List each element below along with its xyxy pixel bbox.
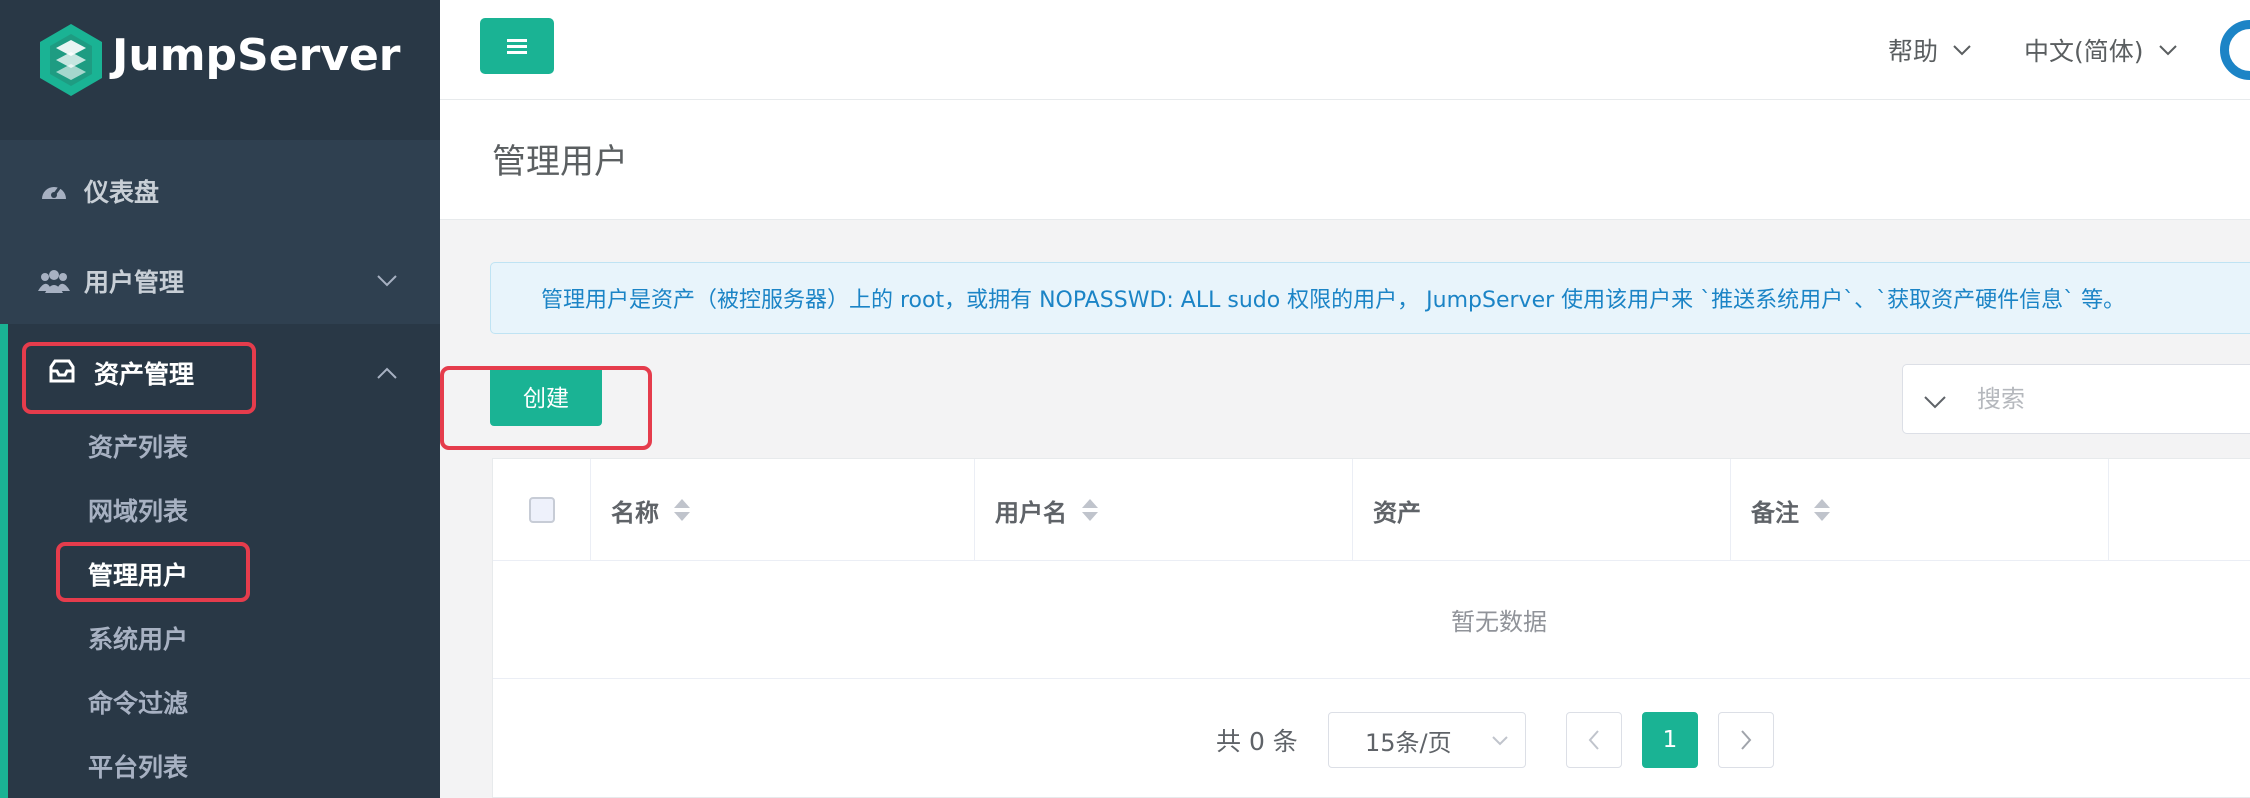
column-header-label: 资产 [1373,498,1421,527]
sort-icon[interactable] [673,497,691,523]
chevron-left-icon [1588,730,1599,750]
next-page-button[interactable] [1718,712,1774,768]
hamburger-icon [507,39,527,54]
dashboard-gauge-icon [42,186,66,199]
column-header-label: 用户名 [995,498,1067,527]
chevron-down-icon [1953,45,1971,56]
sidebar-item-users[interactable]: 用户管理 [0,236,440,326]
chevron-down-icon [2158,45,2177,56]
logo-text: JumpServer [112,30,401,81]
sidebar-subitem-platform-list[interactable]: 平台列表 [88,748,188,784]
help-label: 帮助 [1888,37,1939,66]
language-dropdown[interactable]: 中文(简体) [2024,32,2178,68]
jumpserver-logo-icon [40,24,102,96]
chevron-up-icon [377,367,397,379]
highlight-box-create [440,366,652,450]
empty-text: 暂无数据 [1451,608,1547,636]
column-header-comment[interactable]: 备注 [1731,459,2109,561]
sidebar-item-label: 用户管理 [84,268,185,297]
sidebar: JumpServer 仪表盘 用户管理 资产管理 资产列表 网域列表 管理用户 … [0,0,440,798]
sidebar-subitem-asset-list[interactable]: 资产列表 [88,428,188,464]
empty-row: 暂无数据 [493,561,2250,679]
page-size-select[interactable]: 15条/页 [1328,712,1526,768]
highlight-box-admin-users [56,542,250,602]
top-navbar: 帮助 中文(简体) [440,0,2250,100]
avatar[interactable] [2220,20,2250,80]
sidebar-item-dashboard[interactable]: 仪表盘 [0,146,440,236]
help-dropdown[interactable]: 帮助 [1888,32,1972,68]
column-header-label: 备注 [1751,498,1799,527]
chevron-right-icon [1741,730,1752,750]
search-input[interactable] [1977,379,2250,419]
menu-toggle-button[interactable] [480,18,554,74]
column-header-username[interactable]: 用户名 [975,459,1353,561]
prev-page-button[interactable] [1566,712,1622,768]
page-size-label: 15条/页 [1365,728,1452,757]
sidebar-subitem-domain-list[interactable]: 网域列表 [88,492,188,528]
page-title: 管理用户 [492,142,628,182]
chevron-down-icon [1492,736,1508,746]
chevron-down-icon [377,275,397,287]
total-count: 共 0 条 [1216,727,1298,756]
search-box [1902,364,2250,434]
column-header-actions [2109,459,2250,561]
sort-icon[interactable] [1813,497,1831,523]
sidebar-item-label: 仪表盘 [84,178,160,207]
logo-area: JumpServer [0,0,440,140]
sort-icon[interactable] [1081,497,1099,523]
sidebar-subitem-system-users[interactable]: 系统用户 [88,620,188,656]
page-header: 管理用户 [440,100,2250,220]
select-all-checkbox[interactable] [528,497,555,523]
column-header-assets: 资产 [1353,459,1731,561]
table-header: 名称 用户名 资产 备注 [493,459,2250,561]
column-header-label: 名称 [611,498,659,527]
highlight-box-assets [22,342,256,414]
column-header-name[interactable]: 名称 [591,459,975,561]
select-all-cell [493,459,591,561]
chevron-down-icon[interactable] [1923,395,1947,409]
sidebar-subitem-command-filter[interactable]: 命令过滤 [88,684,188,720]
info-alert: 管理用户是资产（被控服务器）上的 root，或拥有 NOPASSWD: ALL … [490,262,2250,334]
app-root: JumpServer 仪表盘 用户管理 资产管理 资产列表 网域列表 管理用户 … [0,0,2250,798]
users-icon [38,270,70,293]
page-button-current[interactable]: 1 [1642,712,1698,768]
language-label: 中文(简体) [2024,37,2144,66]
